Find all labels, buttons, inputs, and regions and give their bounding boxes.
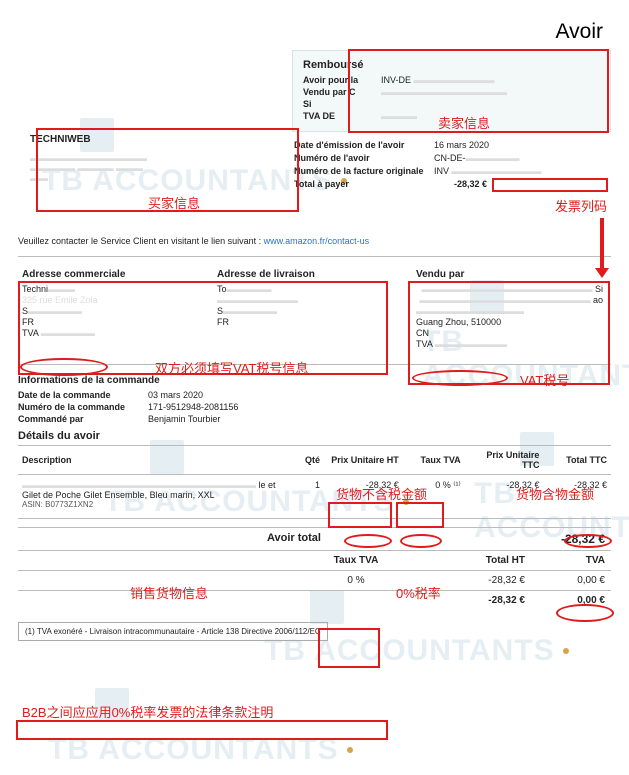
item-prix-ht: -28,32 €: [324, 475, 403, 515]
avoir-pour-value: INV-DE: [381, 75, 411, 85]
item-taux-tva: 0 % ⁽¹⁾: [403, 475, 465, 515]
buyer-line-2: ▬▬▬▬▬ ▬▬▬▬ ▬▬▬: [30, 163, 266, 173]
details-avoir: Détails du avoir Description Qté Prix Un…: [18, 430, 611, 519]
tva-label-vendu: TVA: [416, 339, 432, 349]
contact-line: Veuillez contacter le Service Client en …: [18, 236, 611, 246]
annot-footnote-box: [16, 720, 388, 740]
table-row: ▬▬▬▬▬▬▬▬▬▬▬▬▬▬▬▬▬▬▬▬▬▬▬▬▬▬ le et Gilet d…: [18, 475, 611, 515]
order-info: Informations de la commande Date de la c…: [18, 375, 611, 424]
date-emission-value: 16 mars 2020: [434, 140, 489, 150]
tva-label-comm: TVA: [22, 328, 38, 338]
buyer-line-3: ▬▬: [30, 173, 266, 183]
total-a-payer-value: -28,32 €: [454, 179, 487, 189]
totals: Avoir total-28,32 € Taux TVATotal HTTVA …: [18, 527, 611, 610]
rembourse-box: Remboursé Avoir pour laINV-DE ▬▬▬▬▬▬▬▬▬ …: [292, 50, 611, 132]
avoir-pour-label: Avoir pour la: [303, 75, 381, 85]
annot-b2b-text: B2B之间应应用0%税率发票的法律条款注明: [22, 702, 273, 721]
buyer-line-1: ▬▬▬▬▬▬▬▬▬▬▬▬▬: [30, 153, 266, 163]
numero-avoir-value: CN-DE-: [434, 153, 466, 163]
contact-link[interactable]: www.amazon.fr/contact-us: [264, 236, 370, 246]
numero-facture-label: Numéro de la facture originale: [294, 166, 434, 176]
tva-de-label: TVA DE: [303, 111, 381, 121]
si-label: Si: [303, 99, 381, 109]
adresse-livraison: Adresse de livraison To▬▬▬▬▬ ▬▬▬▬▬▬▬▬▬ S…: [213, 263, 408, 360]
buyer-box: TECHNIWEB ▬▬▬▬▬▬▬▬▬▬▬▬▬ ▬▬▬▬▬ ▬▬▬▬ ▬▬▬ ▬…: [18, 124, 278, 214]
buyer-name: TECHNIWEB: [30, 134, 266, 145]
adresse-commerciale: Adresse commerciale Techni▬▬▬ 325 rue Em…: [18, 263, 213, 360]
vendu-par-label: Vendu par C: [303, 87, 381, 97]
numero-facture-value: INV: [434, 166, 449, 176]
invoice-meta: Date d'émission de l'avoir16 mars 2020 N…: [292, 140, 611, 189]
item-total-ttc: -28,32 €: [543, 475, 611, 515]
watermark: TB ACCOUNTANTS: [48, 733, 353, 767]
red-arrow-down-icon: [600, 218, 604, 270]
document-title: Avoir: [18, 20, 603, 44]
avoir-total-value: -28,32 €: [531, 528, 611, 550]
total-a-payer-label: Total à payer: [294, 179, 434, 189]
date-emission-label: Date d'émission de l'avoir: [294, 140, 434, 150]
rembourse-heading: Remboursé: [303, 59, 600, 71]
total-taux-0: 0 %: [261, 571, 451, 590]
vendu-par-box: Vendu par ▬▬▬▬▬▬▬▬▬▬▬▬▬▬▬▬▬▬▬ Si ▬▬▬▬▬▬▬…: [408, 263, 611, 360]
footnote: (1) TVA exonéré - Livraison intracommuna…: [18, 622, 328, 641]
numero-avoir-label: Numéro de l'avoir: [294, 153, 434, 163]
